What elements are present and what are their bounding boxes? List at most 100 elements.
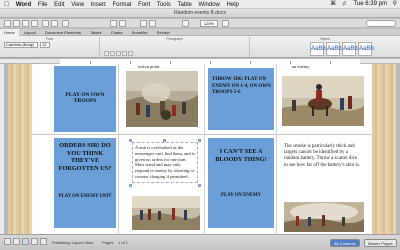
publishing-view-button[interactable]: [22, 238, 29, 245]
font-format-buttons: [4, 50, 40, 63]
print-button[interactable]: [31, 20, 38, 27]
menu-format[interactable]: Format: [112, 1, 131, 8]
table-col-divider: [204, 64, 205, 234]
undo-button[interactable]: [42, 20, 49, 27]
table-col-divider: [118, 64, 119, 234]
styles-group-label: Styles: [320, 37, 330, 41]
selection-handle[interactable]: [129, 139, 132, 142]
save-button[interactable]: [22, 20, 29, 27]
selection-handle[interactable]: [163, 139, 166, 142]
font-name-select[interactable]: Cambria (Body): [4, 42, 38, 48]
search-icon[interactable]: ⚲: [393, 0, 397, 8]
table-row-divider: [32, 134, 372, 135]
help-button[interactable]: [222, 20, 229, 27]
paragraph-buttons: [104, 43, 134, 56]
apple-icon[interactable]: : [4, 0, 9, 8]
card-footer: PLAY ON ENEMY UNIT: [58, 194, 112, 199]
search-input[interactable]: [366, 20, 396, 27]
style-swatch-2[interactable]: AaBb: [326, 42, 342, 56]
menu-tools[interactable]: Tools: [157, 1, 171, 8]
paragraph-group-label: Paragraph: [166, 37, 183, 41]
wood-border-right: [372, 64, 396, 234]
tab-document-elements[interactable]: Document Elements: [41, 29, 85, 36]
alignment-buttons: [104, 50, 134, 63]
page-count: 1 of 1: [118, 240, 129, 245]
battle-scene-image-1[interactable]: [126, 71, 198, 127]
card-cant-see[interactable]: I CAN'T SEE A BLOODY THING! PLAY ON ENEM…: [208, 138, 274, 228]
outline-view-button[interactable]: [13, 238, 20, 245]
cavalry-image[interactable]: [282, 76, 364, 126]
window-titlebar: Random events B.docx: [0, 9, 400, 24]
open-button[interactable]: [13, 20, 20, 27]
pages-label: Pages: [102, 240, 114, 245]
format-painter-button[interactable]: [62, 20, 69, 27]
status-bar: Publishing Layout View Pages 1 of 1 All …: [0, 234, 400, 250]
card-text-bottom-right: The smoke is particularly thick and targ…: [284, 144, 360, 168]
menubar-status: ⌘ ♬ Tue 6:39 pm ⚲: [326, 0, 397, 8]
wood-border-left: [8, 64, 32, 234]
menu-view[interactable]: View: [71, 1, 84, 8]
ribbon-tabs: Home Layout Document Elements Tables Cha…: [0, 29, 400, 36]
menu-bar:  Word File Edit View Insert Format Font…: [0, 0, 400, 9]
style-swatch-4[interactable]: AaBb: [358, 42, 374, 56]
card-play-on-own-troops[interactable]: PLAY ON OWN TROOPS: [54, 66, 116, 132]
menu-table[interactable]: Table: [178, 1, 192, 8]
selection-handle[interactable]: [129, 184, 132, 187]
table-button[interactable]: [140, 20, 147, 27]
style-swatch-3[interactable]: AaBb: [342, 42, 358, 56]
menu-window[interactable]: Window: [199, 1, 220, 8]
paragraph-group: Paragraph: [100, 37, 250, 63]
styles-group: Styles AaBb AaBb AaBb AaBb: [250, 37, 400, 57]
artillery-smoke-image[interactable]: [284, 202, 364, 232]
vertical-ruler[interactable]: [0, 64, 5, 234]
card-orders-sir[interactable]: ORDERS SIR! DO YOU THINK THEY'VE FORGOTT…: [54, 138, 116, 228]
card-title: ORDERS SIR! DO YOU THINK THEY'VE FORGOTT…: [58, 142, 112, 172]
menu-font[interactable]: Font: [138, 1, 150, 8]
font-group-label: Font: [45, 37, 53, 41]
view-label: Publishing Layout View: [52, 240, 94, 245]
selection-handle[interactable]: [198, 184, 201, 187]
card-footer: PLAY ON ENEMY: [221, 193, 261, 198]
menu-help[interactable]: Help: [227, 1, 239, 8]
wifi-icon[interactable]: ⌘: [330, 0, 336, 8]
style-swatch-1[interactable]: AaBb: [310, 42, 326, 56]
tab-all-contents[interactable]: All Contents: [330, 239, 360, 247]
menu-app-name[interactable]: Word: [16, 1, 31, 8]
tab-home[interactable]: Home: [0, 29, 19, 36]
tab-review[interactable]: Review: [153, 29, 174, 36]
volume-icon[interactable]: ♬: [342, 0, 348, 8]
print-layout-view-button[interactable]: [31, 238, 38, 245]
ribbon: Font Cambria (Body) 12 Paragraph Styles …: [0, 36, 400, 63]
notebook-view-button[interactable]: [40, 238, 47, 245]
menu-file[interactable]: File: [38, 1, 48, 8]
card-throw-1d6[interactable]: THROW 1D6: PLAY ON ENEMY ON 1-4, ON OWN …: [208, 68, 274, 130]
card-title: THROW 1D6: PLAY ON ENEMY ON 1-4, ON OWN …: [212, 77, 271, 95]
show-hide-button[interactable]: [182, 20, 189, 27]
battle-scene-image-2[interactable]: [132, 196, 200, 230]
selection-handle[interactable]: [198, 139, 201, 142]
new-document-button[interactable]: [4, 20, 11, 27]
toolbox-button[interactable]: [119, 20, 126, 27]
tab-layout[interactable]: Layout: [20, 29, 40, 36]
menu-insert[interactable]: Insert: [91, 1, 106, 8]
card-title: PLAY ON OWN TROOPS: [65, 92, 105, 104]
card-title: I CAN'T SEE A BLOODY THING!: [215, 148, 267, 163]
tab-smartart[interactable]: SmartArt: [128, 29, 152, 36]
tab-tables[interactable]: Tables: [86, 29, 106, 36]
tab-charts[interactable]: Charts: [107, 29, 127, 36]
font-size-select[interactable]: 12: [40, 42, 50, 48]
card-text-bottom-middle: A unit is overlooked as the messenger ca…: [132, 142, 198, 183]
font-group: Font Cambria (Body) 12: [0, 37, 100, 63]
zoom-select[interactable]: 120%: [200, 20, 218, 27]
tab-master-pages[interactable]: Master Pages: [364, 239, 397, 247]
clock[interactable]: Tue 6:39 pm: [353, 0, 386, 8]
menu-edit[interactable]: Edit: [54, 1, 64, 8]
redo-button[interactable]: [51, 20, 58, 27]
table-col-divider: [276, 64, 277, 234]
standard-toolbar: 120%: [0, 19, 400, 28]
document-page[interactable]: PLAY ON OWN TROOPS action point. THROW 1…: [8, 64, 396, 234]
sidebar-button[interactable]: [110, 20, 117, 27]
columns-button[interactable]: [149, 20, 156, 27]
document-title: Random events B.docx: [174, 10, 226, 16]
draft-view-button[interactable]: [4, 238, 11, 245]
